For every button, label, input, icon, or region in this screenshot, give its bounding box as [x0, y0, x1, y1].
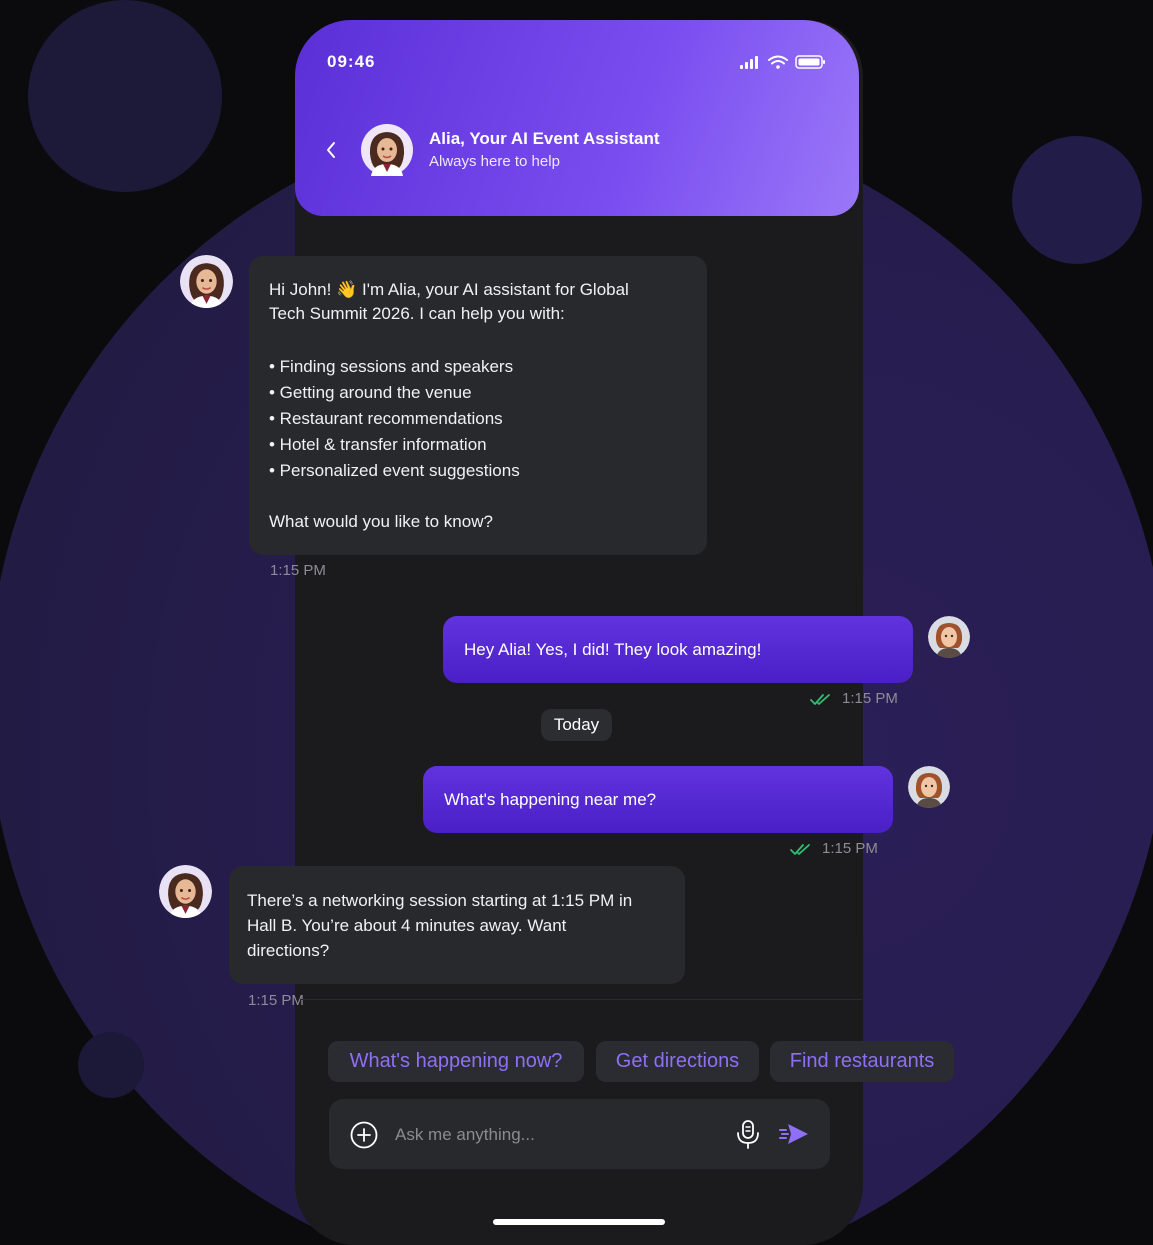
message-line: Hall B. You’re about 4 minutes away. Wan…: [247, 916, 567, 935]
message-line: Tech Summit 2026. I can help you with:: [269, 304, 565, 323]
message-line: There’s a networking session starting at…: [247, 891, 633, 910]
assistant-avatar: [180, 255, 233, 308]
composer-divider: [300, 999, 862, 1000]
message-line: What would you like to know?: [269, 512, 493, 531]
message-time: 1:15 PM: [248, 992, 304, 1009]
user-message: What's happening near me?: [423, 766, 893, 833]
message-line: • Hotel & transfer information: [269, 435, 487, 454]
message-time: 1:15 PM: [822, 840, 878, 857]
quick-reply-get-directions[interactable]: Get directions: [596, 1041, 759, 1082]
quick-reply-whats-happening-now[interactable]: What's happening now?: [328, 1041, 584, 1082]
home-indicator[interactable]: [493, 1219, 665, 1225]
message-input[interactable]: [395, 1122, 715, 1148]
bg-circle-top-left: [28, 0, 222, 192]
wifi-icon: [768, 55, 788, 69]
double-check-icon: [790, 844, 810, 855]
chat-header: [295, 20, 859, 216]
bg-circle-bottom-left: [78, 1032, 144, 1098]
user-avatar: [928, 616, 970, 658]
add-icon[interactable]: [349, 1120, 379, 1150]
assistant-avatar: [159, 865, 212, 918]
microphone-icon[interactable]: [734, 1118, 762, 1150]
message-line: directions?: [247, 941, 330, 960]
user-avatar: [908, 766, 950, 808]
message-line: • Getting around the venue: [269, 383, 472, 402]
message-line: • Personalized event suggestions: [269, 461, 520, 480]
message-line: • Restaurant recommendations: [269, 409, 503, 428]
send-icon[interactable]: [778, 1121, 810, 1147]
message-line: Hi John! 👋 I'm Alia, your AI assistant f…: [269, 280, 629, 299]
battery-icon: [795, 55, 825, 69]
quick-reply-find-restaurants[interactable]: Find restaurants: [770, 1041, 954, 1082]
status-icons: [740, 55, 825, 69]
double-check-icon: [810, 694, 830, 705]
status-time: 09:46: [327, 52, 376, 71]
back-chevron-icon[interactable]: [318, 136, 346, 164]
bg-circle-right: [1012, 136, 1142, 264]
assistant-message: Hi John! 👋 I'm Alia, your AI assistant f…: [249, 256, 707, 555]
signal-icon: [740, 56, 758, 69]
date-separator: Today: [541, 709, 612, 741]
message-time: 1:15 PM: [270, 562, 326, 579]
message-line: • Finding sessions and speakers: [269, 357, 514, 376]
user-message: Hey Alia! Yes, I did! They look amazing!: [443, 616, 913, 683]
message-time: 1:15 PM: [842, 690, 898, 707]
assistant-avatar: [361, 124, 413, 176]
assistant-message: There’s a networking session starting at…: [229, 866, 685, 984]
chat-subtitle: Always here to help: [429, 153, 560, 170]
chat-title: Alia, Your AI Event Assistant: [429, 129, 660, 148]
